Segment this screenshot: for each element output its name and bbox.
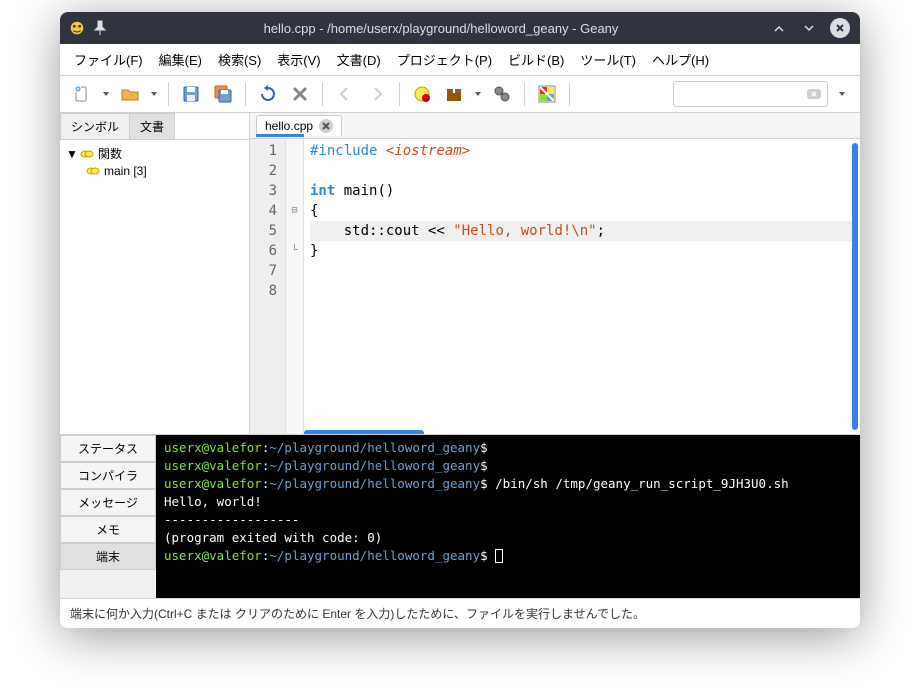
tree-item-main[interactable]: main [3] bbox=[64, 163, 245, 179]
editor-tab-hello[interactable]: hello.cpp bbox=[256, 115, 342, 136]
build-button[interactable] bbox=[440, 80, 468, 108]
close-tab-icon[interactable] bbox=[319, 119, 333, 133]
menu-2[interactable]: 検索(S) bbox=[212, 48, 267, 71]
search-dropdown[interactable] bbox=[832, 90, 852, 98]
code-content[interactable]: #include <iostream>int main(){ std::cout… bbox=[304, 139, 860, 434]
minimize-button[interactable] bbox=[770, 19, 788, 37]
function-group-icon bbox=[80, 147, 94, 161]
close-button[interactable] bbox=[830, 18, 850, 38]
bottom-tab-4[interactable]: 端末 bbox=[60, 543, 156, 570]
open-file-button[interactable] bbox=[116, 80, 144, 108]
tree-root-functions[interactable]: ▼ 関数 bbox=[64, 144, 245, 163]
search-input[interactable] bbox=[673, 81, 828, 107]
editor-area: hello.cpp 12345678 ⊟└ #include <iostream… bbox=[250, 113, 860, 434]
bottom-panel: ステータスコンパイラメッセージメモ端末 userx@valefor:~/play… bbox=[60, 434, 860, 598]
close-file-button[interactable] bbox=[286, 80, 314, 108]
compile-button[interactable] bbox=[408, 80, 436, 108]
clear-icon[interactable] bbox=[806, 86, 822, 102]
status-text: 端末に何か入力(Ctrl+C または クリアのために Enter を入力)したた… bbox=[70, 607, 645, 621]
menu-6[interactable]: ビルド(B) bbox=[502, 48, 570, 71]
bottom-tab-1[interactable]: コンパイラ bbox=[60, 462, 156, 489]
reload-button[interactable] bbox=[254, 80, 282, 108]
toolbar bbox=[60, 76, 860, 113]
bottom-tab-2[interactable]: メッセージ bbox=[60, 489, 156, 516]
chevron-down-icon: ▼ bbox=[66, 147, 76, 161]
menu-7[interactable]: ツール(T) bbox=[574, 48, 642, 71]
sidebar-tab-0[interactable]: シンボル bbox=[60, 113, 130, 139]
menu-4[interactable]: 文書(D) bbox=[331, 48, 387, 71]
color-picker-button[interactable] bbox=[533, 80, 561, 108]
sidebar-tab-1[interactable]: 文書 bbox=[129, 113, 175, 139]
build-dropdown[interactable] bbox=[472, 90, 484, 98]
window-title: hello.cpp - /home/userx/playground/hello… bbox=[112, 21, 770, 36]
code-editor[interactable]: 12345678 ⊟└ #include <iostream>int main(… bbox=[250, 139, 860, 434]
save-all-button[interactable] bbox=[209, 80, 237, 108]
menu-8[interactable]: ヘルプ(H) bbox=[646, 48, 715, 71]
tree-item-label: main [3] bbox=[104, 164, 147, 178]
maximize-button[interactable] bbox=[800, 19, 818, 37]
function-icon bbox=[86, 164, 100, 178]
menu-1[interactable]: 編集(E) bbox=[153, 48, 208, 71]
editor-tab-label: hello.cpp bbox=[265, 119, 313, 133]
bottom-tab-0[interactable]: ステータス bbox=[60, 435, 156, 462]
run-button[interactable] bbox=[488, 80, 516, 108]
new-file-button[interactable] bbox=[68, 80, 96, 108]
menu-5[interactable]: プロジェクト(P) bbox=[391, 48, 498, 71]
menu-3[interactable]: 表示(V) bbox=[271, 48, 326, 71]
app-window: hello.cpp - /home/userx/playground/hello… bbox=[60, 12, 860, 628]
tab-accent bbox=[256, 134, 304, 137]
nav-back-button[interactable] bbox=[331, 80, 359, 108]
new-file-dropdown[interactable] bbox=[100, 90, 112, 98]
open-file-dropdown[interactable] bbox=[148, 90, 160, 98]
save-button[interactable] bbox=[177, 80, 205, 108]
titlebar[interactable]: hello.cpp - /home/userx/playground/hello… bbox=[60, 12, 860, 44]
menubar: ファイル(F)編集(E)検索(S)表示(V)文書(D)プロジェクト(P)ビルド(… bbox=[60, 44, 860, 76]
editor-hscrollbar[interactable] bbox=[304, 430, 424, 434]
sidebar: シンボル文書 ▼ 関数 main [3] bbox=[60, 113, 250, 434]
editor-vscrollbar[interactable] bbox=[852, 143, 858, 430]
menu-0[interactable]: ファイル(F) bbox=[68, 48, 149, 71]
terminal[interactable]: userx@valefor:~/playground/helloword_gea… bbox=[156, 435, 860, 598]
symbol-tree: ▼ 関数 main [3] bbox=[60, 140, 249, 183]
nav-forward-button[interactable] bbox=[363, 80, 391, 108]
pin-icon[interactable] bbox=[92, 20, 108, 36]
statusbar: 端末に何か入力(Ctrl+C または クリアのために Enter を入力)したた… bbox=[60, 598, 860, 628]
bottom-tab-3[interactable]: メモ bbox=[60, 516, 156, 543]
tree-root-label: 関数 bbox=[98, 145, 122, 162]
line-gutter: 12345678 bbox=[250, 139, 286, 434]
fold-gutter[interactable]: ⊟└ bbox=[286, 139, 304, 434]
app-icon bbox=[68, 19, 86, 37]
